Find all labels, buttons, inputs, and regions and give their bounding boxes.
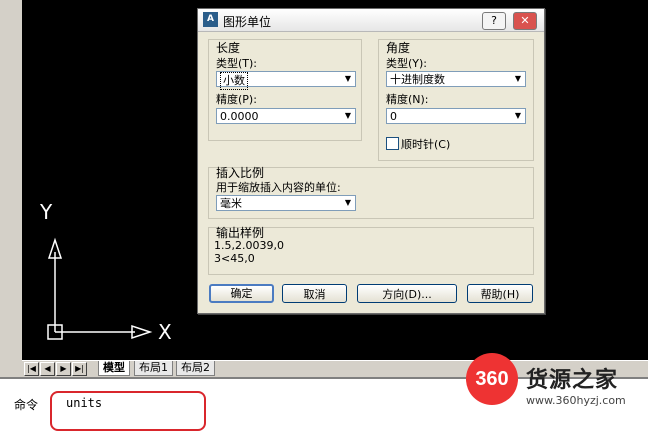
help-title-button[interactable]: ? [482, 12, 506, 30]
insert-scale-select[interactable]: 毫米 ▼ [216, 195, 356, 211]
watermark-name: 货源之家 [526, 368, 619, 393]
clockwise-checkbox[interactable] [386, 137, 399, 150]
sample-line-1: 1.5,2.0039,0 [214, 239, 284, 252]
clockwise-label[interactable]: 顺时针(C) [401, 136, 450, 152]
angle-precision-select[interactable]: 0 ▼ [386, 108, 526, 124]
watermark-logo: 360 [466, 353, 518, 405]
angle-group-label: 角度 [386, 41, 411, 55]
last-tab-button[interactable]: ▶| [72, 362, 87, 376]
length-precision-select[interactable]: 0.0000 ▼ [216, 108, 356, 124]
insert-scale-desc: 用于缩放插入内容的单位: [216, 181, 341, 194]
chevron-down-icon: ▼ [514, 111, 522, 120]
units-dialog: A 图形单位 ? ✕ 长度 类型(T): 小数 ▼ 精度(P): 0.0000 … [197, 8, 545, 314]
length-group-label: 长度 [216, 41, 241, 55]
length-type-label: 类型(T): [216, 57, 258, 70]
angle-type-label: 类型(Y): [386, 57, 428, 70]
tab-model[interactable]: 模型 [98, 361, 130, 376]
command-prompt-label: 命令 [14, 398, 39, 412]
ucs-x-label: X [158, 320, 172, 344]
chevron-down-icon: ▼ [514, 74, 522, 83]
chevron-down-icon: ▼ [344, 198, 352, 207]
help-button[interactable]: 帮助(H) [467, 284, 533, 303]
next-tab-button[interactable]: ▶ [56, 362, 71, 376]
length-precision-label: 精度(P): [216, 93, 257, 106]
first-tab-button[interactable]: |◀ [24, 362, 39, 376]
dialog-title: 图形单位 [223, 15, 272, 29]
angle-type-select[interactable]: 十进制度数 ▼ [386, 71, 526, 87]
prev-tab-button[interactable]: ◀ [40, 362, 55, 376]
angle-precision-label: 精度(N): [386, 93, 429, 106]
length-type-select[interactable]: 小数 ▼ [216, 71, 356, 90]
left-panel [0, 0, 23, 360]
ok-button[interactable]: 确定 [209, 284, 274, 303]
direction-button[interactable]: 方向(D)... [357, 284, 457, 303]
dialog-titlebar[interactable]: A 图形单位 ? ✕ [198, 9, 544, 32]
command-highlight-annotation [50, 391, 206, 431]
watermark-url: www.360hyzj.com [526, 394, 626, 407]
tab-layout2[interactable]: 布局2 [176, 361, 215, 376]
chevron-down-icon: ▼ [344, 111, 352, 120]
chevron-down-icon: ▼ [344, 74, 352, 83]
cancel-button[interactable]: 取消 [282, 284, 347, 303]
tab-layout1[interactable]: 布局1 [134, 361, 173, 376]
sample-line-2: 3<45,0 [214, 252, 255, 265]
ucs-y-label: Y [40, 200, 53, 224]
autocad-app-icon: A [203, 12, 218, 27]
close-button[interactable]: ✕ [513, 12, 537, 30]
